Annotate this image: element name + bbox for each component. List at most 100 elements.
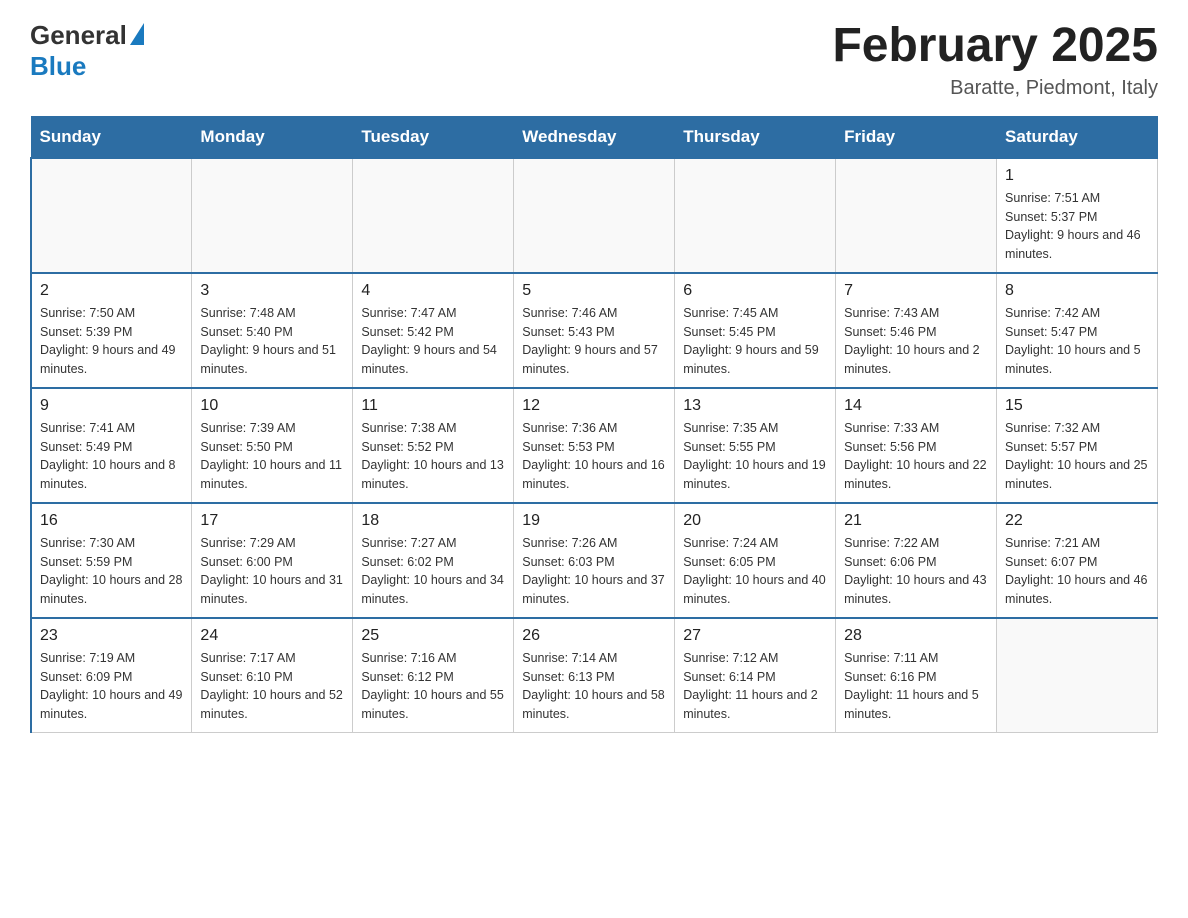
day-number: 5 xyxy=(522,282,666,300)
day-number: 6 xyxy=(683,282,827,300)
day-number: 1 xyxy=(1005,167,1149,185)
calendar-cell: 2 Sunrise: 7:50 AMSunset: 5:39 PMDaylight… xyxy=(31,273,192,388)
day-info: Sunrise: 7:30 AMSunset: 5:59 PMDaylight:… xyxy=(40,534,183,609)
calendar-cell: 11 Sunrise: 7:38 AMSunset: 5:52 PMDayligh… xyxy=(353,388,514,503)
calendar-cell: 6 Sunrise: 7:45 AMSunset: 5:45 PMDaylight… xyxy=(675,273,836,388)
calendar-cell xyxy=(353,158,514,273)
day-number: 23 xyxy=(40,627,183,645)
calendar-cell: 18 Sunrise: 7:27 AMSunset: 6:02 PMDayligh… xyxy=(353,503,514,618)
day-info: Sunrise: 7:38 AMSunset: 5:52 PMDaylight:… xyxy=(361,419,505,494)
calendar-cell: 12Sunrise: 7:36 AMSunset: 5:53 PMDayligh… xyxy=(514,388,675,503)
day-info: Sunrise: 7:24 AMSunset: 6:05 PMDaylight:… xyxy=(683,534,827,609)
calendar-cell: 22 Sunrise: 7:21 AMSunset: 6:07 PMDayligh… xyxy=(997,503,1158,618)
weekday-header-thursday: Thursday xyxy=(675,116,836,158)
day-number: 8 xyxy=(1005,282,1149,300)
day-info: Sunrise: 7:21 AMSunset: 6:07 PMDaylight:… xyxy=(1005,534,1149,609)
title-section: February 2025 Baratte, Piedmont, Italy xyxy=(832,20,1158,100)
logo-triangle-icon xyxy=(130,23,144,45)
day-info: Sunrise: 7:33 AMSunset: 5:56 PMDaylight:… xyxy=(844,419,988,494)
day-info: Sunrise: 7:42 AMSunset: 5:47 PMDaylight:… xyxy=(1005,304,1149,379)
calendar-cell: 9 Sunrise: 7:41 AMSunset: 5:49 PMDaylight… xyxy=(31,388,192,503)
day-info: Sunrise: 7:43 AMSunset: 5:46 PMDaylight:… xyxy=(844,304,988,379)
calendar-cell: 23 Sunrise: 7:19 AMSunset: 6:09 PMDayligh… xyxy=(31,618,192,733)
calendar-cell: 20 Sunrise: 7:24 AMSunset: 6:05 PMDayligh… xyxy=(675,503,836,618)
day-number: 9 xyxy=(40,397,183,415)
calendar-cell xyxy=(514,158,675,273)
logo: General Blue xyxy=(30,20,147,82)
day-info: Sunrise: 7:11 AMSunset: 6:16 PMDaylight:… xyxy=(844,649,988,724)
weekday-header-tuesday: Tuesday xyxy=(353,116,514,158)
weekday-header-wednesday: Wednesday xyxy=(514,116,675,158)
calendar-cell xyxy=(192,158,353,273)
day-info: Sunrise: 7:26 AMSunset: 6:03 PMDaylight:… xyxy=(522,534,666,609)
day-info: Sunrise: 7:48 AMSunset: 5:40 PMDaylight:… xyxy=(200,304,344,379)
page-header: General Blue February 2025 Baratte, Pied… xyxy=(30,20,1158,100)
calendar-cell: 14 Sunrise: 7:33 AMSunset: 5:56 PMDayligh… xyxy=(836,388,997,503)
calendar-cell: 17 Sunrise: 7:29 AMSunset: 6:00 PMDayligh… xyxy=(192,503,353,618)
day-info: Sunrise: 7:36 AMSunset: 5:53 PMDaylight:… xyxy=(522,419,666,494)
day-number: 21 xyxy=(844,512,988,530)
calendar-cell: 16 Sunrise: 7:30 AMSunset: 5:59 PMDayligh… xyxy=(31,503,192,618)
day-info: Sunrise: 7:41 AMSunset: 5:49 PMDaylight:… xyxy=(40,419,183,494)
calendar-table: SundayMondayTuesdayWednesdayThursdayFrid… xyxy=(30,116,1158,733)
day-info: Sunrise: 7:50 AMSunset: 5:39 PMDaylight:… xyxy=(40,304,183,379)
day-info: Sunrise: 7:14 AMSunset: 6:13 PMDaylight:… xyxy=(522,649,666,724)
weekday-header-monday: Monday xyxy=(192,116,353,158)
day-number: 27 xyxy=(683,627,827,645)
day-number: 2 xyxy=(40,282,183,300)
day-info: Sunrise: 7:17 AMSunset: 6:10 PMDaylight:… xyxy=(200,649,344,724)
calendar-cell: 27 Sunrise: 7:12 AMSunset: 6:14 PMDayligh… xyxy=(675,618,836,733)
week-row-3: 9 Sunrise: 7:41 AMSunset: 5:49 PMDaylight… xyxy=(31,388,1158,503)
day-number: 13 xyxy=(683,397,827,415)
day-info: Sunrise: 7:12 AMSunset: 6:14 PMDaylight:… xyxy=(683,649,827,724)
day-number: 19 xyxy=(522,512,666,530)
day-number: 16 xyxy=(40,512,183,530)
calendar-cell xyxy=(997,618,1158,733)
week-row-2: 2 Sunrise: 7:50 AMSunset: 5:39 PMDaylight… xyxy=(31,273,1158,388)
day-info: Sunrise: 7:35 AMSunset: 5:55 PMDaylight:… xyxy=(683,419,827,494)
day-number: 17 xyxy=(200,512,344,530)
day-number: 26 xyxy=(522,627,666,645)
day-info: Sunrise: 7:51 AMSunset: 5:37 PMDaylight:… xyxy=(1005,189,1149,264)
day-info: Sunrise: 7:45 AMSunset: 5:45 PMDaylight:… xyxy=(683,304,827,379)
day-info: Sunrise: 7:27 AMSunset: 6:02 PMDaylight:… xyxy=(361,534,505,609)
weekday-header-row: SundayMondayTuesdayWednesdayThursdayFrid… xyxy=(31,116,1158,158)
weekday-header-sunday: Sunday xyxy=(31,116,192,158)
calendar-cell xyxy=(836,158,997,273)
day-info: Sunrise: 7:29 AMSunset: 6:00 PMDaylight:… xyxy=(200,534,344,609)
day-info: Sunrise: 7:16 AMSunset: 6:12 PMDaylight:… xyxy=(361,649,505,724)
calendar-cell: 26 Sunrise: 7:14 AMSunset: 6:13 PMDayligh… xyxy=(514,618,675,733)
day-number: 15 xyxy=(1005,397,1149,415)
weekday-header-friday: Friday xyxy=(836,116,997,158)
month-title: February 2025 xyxy=(832,20,1158,73)
day-number: 11 xyxy=(361,397,505,415)
day-number: 25 xyxy=(361,627,505,645)
calendar-cell: 3Sunrise: 7:48 AMSunset: 5:40 PMDaylight… xyxy=(192,273,353,388)
week-row-4: 16 Sunrise: 7:30 AMSunset: 5:59 PMDayligh… xyxy=(31,503,1158,618)
day-number: 20 xyxy=(683,512,827,530)
day-number: 18 xyxy=(361,512,505,530)
logo-blue-text: Blue xyxy=(30,51,86,82)
calendar-cell xyxy=(31,158,192,273)
day-number: 7 xyxy=(844,282,988,300)
day-number: 28 xyxy=(844,627,988,645)
day-number: 22 xyxy=(1005,512,1149,530)
calendar-cell: 4 Sunrise: 7:47 AMSunset: 5:42 PMDaylight… xyxy=(353,273,514,388)
day-info: Sunrise: 7:19 AMSunset: 6:09 PMDaylight:… xyxy=(40,649,183,724)
calendar-cell: 24 Sunrise: 7:17 AMSunset: 6:10 PMDayligh… xyxy=(192,618,353,733)
location-subtitle: Baratte, Piedmont, Italy xyxy=(832,77,1158,100)
calendar-cell: 8 Sunrise: 7:42 AMSunset: 5:47 PMDaylight… xyxy=(997,273,1158,388)
calendar-cell: 13 Sunrise: 7:35 AMSunset: 5:55 PMDayligh… xyxy=(675,388,836,503)
calendar-cell: 21Sunrise: 7:22 AMSunset: 6:06 PMDayligh… xyxy=(836,503,997,618)
calendar-cell: 15 Sunrise: 7:32 AMSunset: 5:57 PMDayligh… xyxy=(997,388,1158,503)
logo-general-text: General xyxy=(30,20,127,51)
day-info: Sunrise: 7:46 AMSunset: 5:43 PMDaylight:… xyxy=(522,304,666,379)
day-number: 4 xyxy=(361,282,505,300)
calendar-cell: 1 Sunrise: 7:51 AMSunset: 5:37 PMDaylight… xyxy=(997,158,1158,273)
day-info: Sunrise: 7:47 AMSunset: 5:42 PMDaylight:… xyxy=(361,304,505,379)
day-info: Sunrise: 7:32 AMSunset: 5:57 PMDaylight:… xyxy=(1005,419,1149,494)
calendar-cell xyxy=(675,158,836,273)
day-number: 14 xyxy=(844,397,988,415)
day-number: 24 xyxy=(200,627,344,645)
week-row-1: 1 Sunrise: 7:51 AMSunset: 5:37 PMDaylight… xyxy=(31,158,1158,273)
